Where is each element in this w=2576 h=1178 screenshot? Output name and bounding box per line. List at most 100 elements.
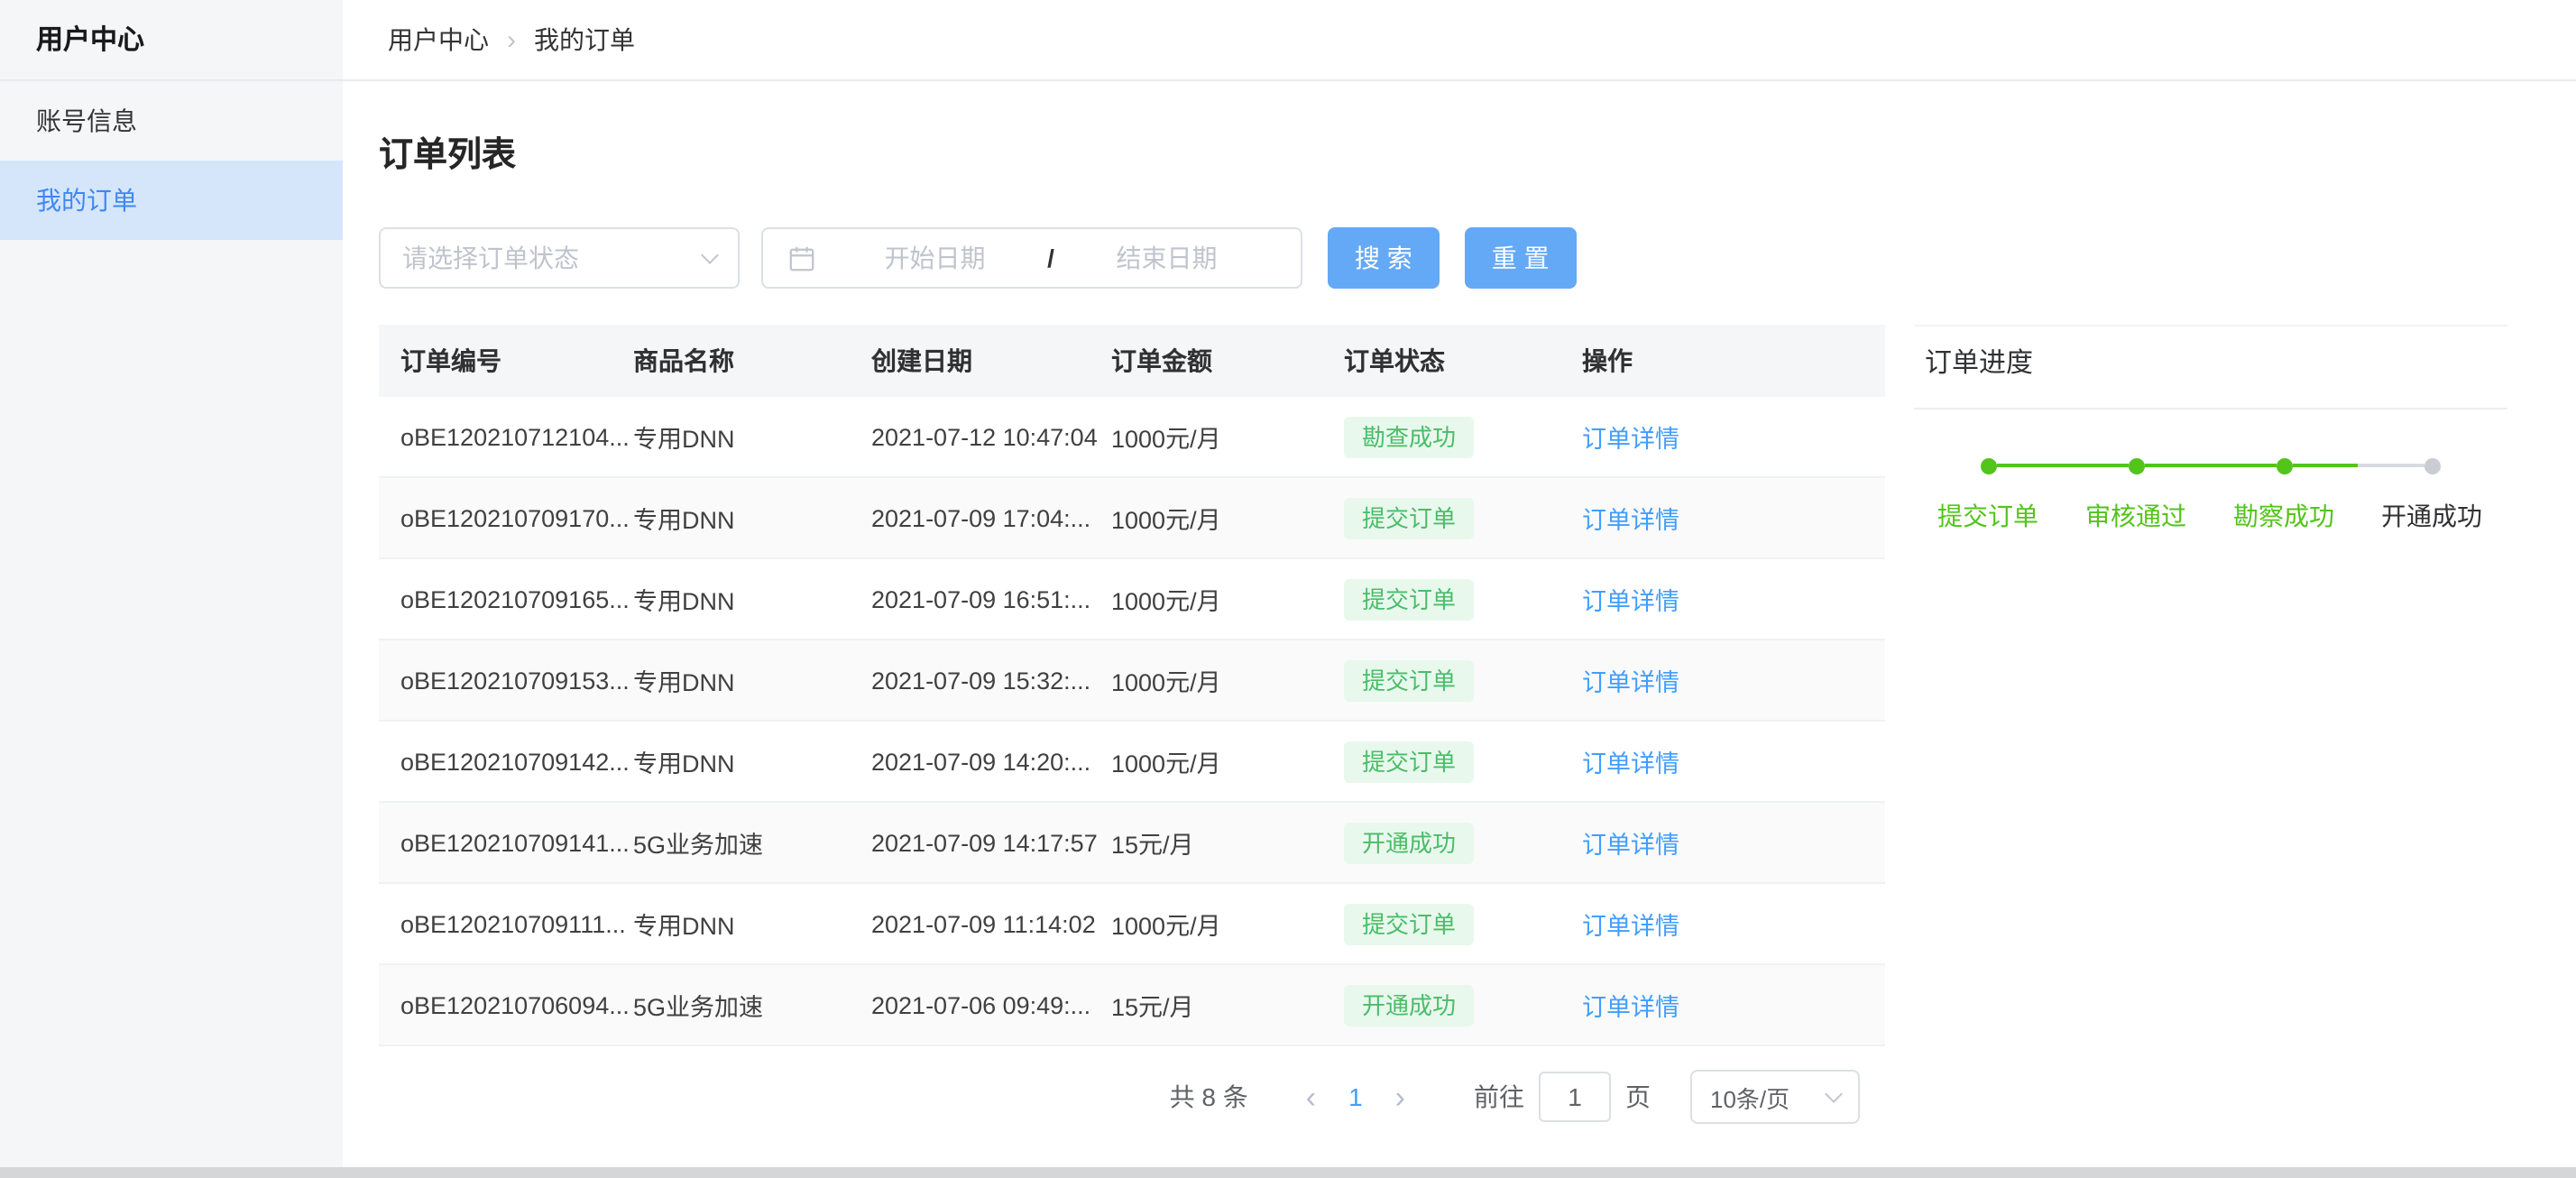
table-row: oBE120210709141... 5G业务加速 2021-07-09 14:…: [379, 803, 1885, 884]
table-row: oBE120210712104... 专用DNN 2021-07-12 10:4…: [379, 397, 1885, 478]
end-date-input[interactable]: [1058, 242, 1275, 274]
table-row: oBE120210706094... 5G业务加速 2021-07-06 09:…: [379, 965, 1885, 1046]
sidebar-item-label: 我的订单: [36, 186, 137, 215]
created-date-cell: 2021-07-06 09:49:...: [871, 991, 1111, 1018]
status-badge: 提交订单: [1344, 659, 1474, 701]
calendar-icon: [788, 244, 815, 271]
product-cell: 专用DNN: [633, 581, 871, 617]
order-status-placeholder: 请选择订单状态: [402, 240, 579, 276]
content: 订单列表 请选择订单状态: [343, 81, 2576, 1167]
table-row: oBE120210709111... 专用DNN 2021-07-09 11:1…: [379, 884, 1885, 965]
amount-cell: 1000元/月: [1111, 743, 1344, 779]
step-track: [2358, 456, 2506, 474]
step-track: [2062, 456, 2210, 474]
order-detail-link[interactable]: 订单详情: [1582, 832, 1679, 859]
order-detail-link[interactable]: 订单详情: [1582, 426, 1679, 453]
start-date-input[interactable]: [826, 242, 1044, 274]
product-cell: 专用DNN: [633, 743, 871, 779]
chevron-down-icon: [701, 245, 719, 263]
action-cell: 订单详情: [1582, 500, 1885, 536]
sidebar-item-account-info[interactable]: 账号信息: [0, 81, 343, 161]
page-number-1[interactable]: 1: [1348, 1082, 1363, 1111]
amount-cell: 1000元/月: [1111, 906, 1344, 942]
page-unit-label: 页: [1625, 1079, 1651, 1115]
action-cell: 订单详情: [1582, 906, 1885, 942]
page-size-select[interactable]: 10条/页: [1690, 1070, 1860, 1124]
order-no-cell: oBE120210709142...: [400, 748, 633, 775]
amount-cell: 15元/月: [1111, 987, 1344, 1023]
status-badge: 提交订单: [1344, 578, 1474, 620]
date-range-separator: /: [1047, 244, 1054, 272]
amount-cell: 1000元/月: [1111, 500, 1344, 536]
goto-page-input[interactable]: [1539, 1072, 1611, 1122]
product-cell: 专用DNN: [633, 419, 871, 455]
column-header-product: 商品名称: [633, 343, 871, 379]
status-cell: 提交订单: [1344, 578, 1582, 620]
panel-divider: [1914, 408, 2507, 410]
table-row: oBE120210709165... 专用DNN 2021-07-09 16:5…: [379, 559, 1885, 640]
filter-bar: 请选择订单状态 /: [379, 227, 2576, 289]
progress-step: 提交订单: [1914, 456, 2062, 534]
sidebar-item-my-orders[interactable]: 我的订单: [0, 161, 343, 240]
order-no-cell: oBE120210709111...: [400, 910, 633, 937]
pagination-total: 共 8 条: [1170, 1079, 1248, 1115]
browser-viewport: 用户中心 账号信息 我的订单 用户中心 › 我的订单 订单列表: [0, 0, 2576, 1178]
status-badge: 提交订单: [1344, 497, 1474, 538]
step-dot-icon: [2128, 457, 2144, 474]
order-detail-link[interactable]: 订单详情: [1582, 913, 1679, 940]
content-row: 订单编号 商品名称 创建日期 订单金额 订单状态 操作 oBE120210712…: [379, 325, 2576, 1147]
step-label: 审核通过: [2062, 498, 2210, 534]
column-header-amount: 订单金额: [1111, 343, 1344, 379]
order-detail-link[interactable]: 订单详情: [1582, 588, 1679, 615]
created-date-cell: 2021-07-09 15:32:...: [871, 667, 1111, 694]
sidebar: 用户中心 账号信息 我的订单: [0, 0, 343, 1167]
status-badge: 开通成功: [1344, 822, 1474, 863]
step-line-left: [2062, 464, 2128, 467]
created-date-cell: 2021-07-09 14:20:...: [871, 748, 1111, 775]
breadcrumb: 用户中心 › 我的订单: [343, 0, 2576, 81]
table-row: oBE120210709142... 专用DNN 2021-07-09 14:2…: [379, 722, 1885, 803]
order-status-select[interactable]: 请选择订单状态: [379, 227, 740, 289]
next-page-button[interactable]: ›: [1395, 1081, 1405, 1112]
status-cell: 开通成功: [1344, 984, 1582, 1026]
step-line-right: [1996, 464, 2062, 467]
order-detail-link[interactable]: 订单详情: [1582, 507, 1679, 534]
order-detail-link[interactable]: 订单详情: [1582, 994, 1679, 1021]
order-no-cell: oBE120210709141...: [400, 829, 633, 856]
created-date-cell: 2021-07-09 14:17:57: [871, 829, 1111, 856]
sidebar-item-label: 账号信息: [36, 106, 137, 135]
step-label: 提交订单: [1914, 498, 2062, 534]
action-cell: 订单详情: [1582, 419, 1885, 455]
step-dot-icon: [2276, 457, 2292, 474]
order-no-cell: oBE120210712104...: [400, 423, 633, 450]
step-line-right: [2292, 464, 2358, 467]
step-track: [2210, 456, 2358, 474]
date-range-picker: /: [761, 227, 1302, 289]
breadcrumb-home[interactable]: 用户中心: [388, 22, 489, 58]
step-line-left: [2358, 464, 2424, 467]
status-cell: 开通成功: [1344, 822, 1582, 863]
order-detail-link[interactable]: 订单详情: [1582, 669, 1679, 696]
reset-button[interactable]: 重 置: [1465, 227, 1577, 289]
step-label: 开通成功: [2358, 498, 2506, 534]
table-body: oBE120210712104... 专用DNN 2021-07-12 10:4…: [379, 397, 1885, 1046]
status-badge: 勘查成功: [1344, 416, 1474, 457]
product-cell: 5G业务加速: [633, 987, 871, 1023]
order-no-cell: oBE120210709170...: [400, 504, 633, 531]
step-label: 勘察成功: [2210, 498, 2358, 534]
action-cell: 订单详情: [1582, 824, 1885, 860]
page-title: 订单列表: [379, 132, 2576, 180]
amount-cell: 1000元/月: [1111, 419, 1344, 455]
prev-page-button[interactable]: ‹: [1306, 1081, 1316, 1112]
status-badge: 提交订单: [1344, 741, 1474, 782]
step-dot-icon: [1980, 457, 1996, 474]
search-button[interactable]: 搜 索: [1328, 227, 1440, 289]
status-cell: 提交订单: [1344, 659, 1582, 701]
pagination: 共 8 条 ‹ 1 › 前往 页 10条/页: [379, 1046, 1885, 1147]
product-cell: 专用DNN: [633, 906, 871, 942]
goto-label: 前往: [1474, 1079, 1524, 1115]
step-line-left: [2210, 464, 2276, 467]
order-detail-link[interactable]: 订单详情: [1582, 750, 1679, 778]
step-dot-icon: [2424, 457, 2440, 474]
table-header-row: 订单编号 商品名称 创建日期 订单金额 订单状态 操作: [379, 325, 1885, 397]
